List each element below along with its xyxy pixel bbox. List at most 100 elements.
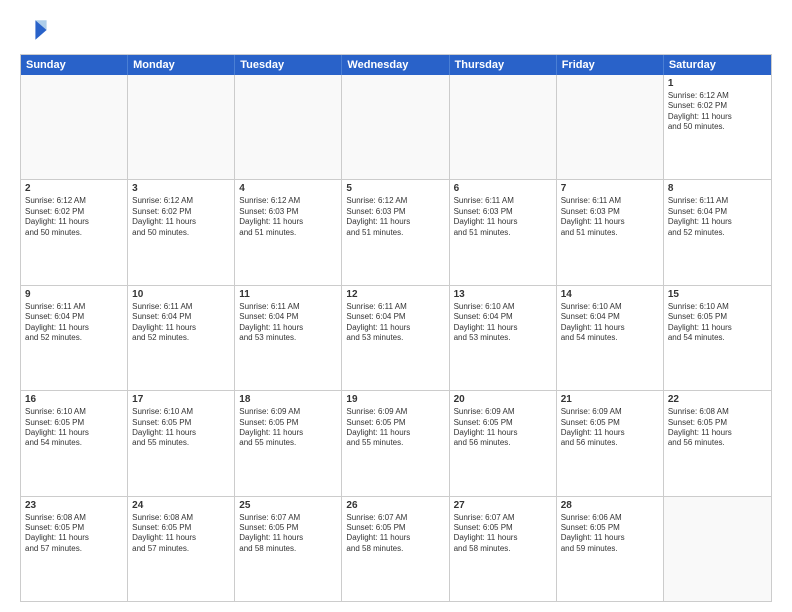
day-number: 17: [132, 394, 230, 405]
day-info: Sunrise: 6:11 AM Sunset: 6:03 PM Dayligh…: [561, 196, 659, 238]
weekday-header-friday: Friday: [557, 55, 664, 75]
day-cell-empty: [21, 75, 128, 179]
calendar-body: 1 Sunrise: 6:12 AM Sunset: 6:02 PM Daylig…: [21, 75, 771, 601]
header: [20, 16, 772, 44]
day-info: Sunrise: 6:11 AM Sunset: 6:04 PM Dayligh…: [668, 196, 767, 238]
day-number: 20: [454, 394, 552, 405]
weekday-header-wednesday: Wednesday: [342, 55, 449, 75]
day-info: Sunrise: 6:11 AM Sunset: 6:04 PM Dayligh…: [239, 302, 337, 344]
day-info: Sunrise: 6:08 AM Sunset: 6:05 PM Dayligh…: [132, 513, 230, 555]
day-info: Sunrise: 6:10 AM Sunset: 6:04 PM Dayligh…: [561, 302, 659, 344]
day-number: 4: [239, 183, 337, 194]
day-info: Sunrise: 6:11 AM Sunset: 6:03 PM Dayligh…: [454, 196, 552, 238]
day-info: Sunrise: 6:08 AM Sunset: 6:05 PM Dayligh…: [668, 407, 767, 449]
day-cell-3: 3 Sunrise: 6:12 AM Sunset: 6:02 PM Daylig…: [128, 180, 235, 284]
day-cell-21: 21 Sunrise: 6:09 AM Sunset: 6:05 PM Dayli…: [557, 391, 664, 495]
day-number: 8: [668, 183, 767, 194]
day-info: Sunrise: 6:10 AM Sunset: 6:05 PM Dayligh…: [25, 407, 123, 449]
day-cell-14: 14 Sunrise: 6:10 AM Sunset: 6:04 PM Dayli…: [557, 286, 664, 390]
calendar: SundayMondayTuesdayWednesdayThursdayFrid…: [20, 54, 772, 602]
calendar-row-5: 23 Sunrise: 6:08 AM Sunset: 6:05 PM Dayli…: [21, 497, 771, 601]
day-number: 14: [561, 289, 659, 300]
day-info: Sunrise: 6:12 AM Sunset: 6:03 PM Dayligh…: [239, 196, 337, 238]
day-info: Sunrise: 6:10 AM Sunset: 6:05 PM Dayligh…: [668, 302, 767, 344]
day-number: 10: [132, 289, 230, 300]
day-number: 27: [454, 500, 552, 511]
day-cell-10: 10 Sunrise: 6:11 AM Sunset: 6:04 PM Dayli…: [128, 286, 235, 390]
day-cell-empty: [235, 75, 342, 179]
day-cell-6: 6 Sunrise: 6:11 AM Sunset: 6:03 PM Daylig…: [450, 180, 557, 284]
day-cell-26: 26 Sunrise: 6:07 AM Sunset: 6:05 PM Dayli…: [342, 497, 449, 601]
day-number: 15: [668, 289, 767, 300]
weekday-header-monday: Monday: [128, 55, 235, 75]
day-cell-19: 19Sunrise: 6:09 AM Sunset: 6:05 PM Dayli…: [342, 391, 449, 495]
day-info: Sunrise: 6:08 AM Sunset: 6:05 PM Dayligh…: [25, 513, 123, 555]
day-info: Sunrise: 6:12 AM Sunset: 6:03 PM Dayligh…: [346, 196, 444, 238]
day-info: Sunrise: 6:11 AM Sunset: 6:04 PM Dayligh…: [132, 302, 230, 344]
day-info: Sunrise: 6:07 AM Sunset: 6:05 PM Dayligh…: [239, 513, 337, 555]
weekday-header-thursday: Thursday: [450, 55, 557, 75]
day-cell-9: 9 Sunrise: 6:11 AM Sunset: 6:04 PM Daylig…: [21, 286, 128, 390]
day-number: 6: [454, 183, 552, 194]
day-cell-empty: [128, 75, 235, 179]
day-cell-5: 5 Sunrise: 6:12 AM Sunset: 6:03 PM Daylig…: [342, 180, 449, 284]
day-cell-7: 7Sunrise: 6:11 AM Sunset: 6:03 PM Daylig…: [557, 180, 664, 284]
day-number: 13: [454, 289, 552, 300]
day-cell-empty: [557, 75, 664, 179]
day-cell-8: 8 Sunrise: 6:11 AM Sunset: 6:04 PM Daylig…: [664, 180, 771, 284]
day-number: 2: [25, 183, 123, 194]
day-cell-2: 2Sunrise: 6:12 AM Sunset: 6:02 PM Daylig…: [21, 180, 128, 284]
day-info: Sunrise: 6:09 AM Sunset: 6:05 PM Dayligh…: [561, 407, 659, 449]
day-number: 25: [239, 500, 337, 511]
day-cell-4: 4 Sunrise: 6:12 AM Sunset: 6:03 PM Daylig…: [235, 180, 342, 284]
day-cell-22: 22Sunrise: 6:08 AM Sunset: 6:05 PM Dayli…: [664, 391, 771, 495]
weekday-header-tuesday: Tuesday: [235, 55, 342, 75]
day-number: 16: [25, 394, 123, 405]
day-cell-25: 25 Sunrise: 6:07 AM Sunset: 6:05 PM Dayli…: [235, 497, 342, 601]
day-number: 5: [346, 183, 444, 194]
day-info: Sunrise: 6:06 AM Sunset: 6:05 PM Dayligh…: [561, 513, 659, 555]
day-number: 26: [346, 500, 444, 511]
logo: [20, 16, 52, 44]
day-cell-empty: [664, 497, 771, 601]
day-cell-16: 16 Sunrise: 6:10 AM Sunset: 6:05 PM Dayli…: [21, 391, 128, 495]
logo-icon: [20, 16, 48, 44]
day-number: 23: [25, 500, 123, 511]
day-number: 21: [561, 394, 659, 405]
calendar-header: SundayMondayTuesdayWednesdayThursdayFrid…: [21, 55, 771, 75]
day-number: 3: [132, 183, 230, 194]
day-number: 28: [561, 500, 659, 511]
day-number: 1: [668, 78, 767, 89]
day-cell-17: 17 Sunrise: 6:10 AM Sunset: 6:05 PM Dayli…: [128, 391, 235, 495]
day-number: 24: [132, 500, 230, 511]
day-info: Sunrise: 6:11 AM Sunset: 6:04 PM Dayligh…: [346, 302, 444, 344]
day-info: Sunrise: 6:12 AM Sunset: 6:02 PM Dayligh…: [132, 196, 230, 238]
weekday-header-saturday: Saturday: [664, 55, 771, 75]
day-cell-15: 15 Sunrise: 6:10 AM Sunset: 6:05 PM Dayli…: [664, 286, 771, 390]
day-number: 19: [346, 394, 444, 405]
day-cell-12: 12 Sunrise: 6:11 AM Sunset: 6:04 PM Dayli…: [342, 286, 449, 390]
calendar-row-3: 9 Sunrise: 6:11 AM Sunset: 6:04 PM Daylig…: [21, 286, 771, 391]
day-info: Sunrise: 6:10 AM Sunset: 6:05 PM Dayligh…: [132, 407, 230, 449]
day-info: Sunrise: 6:12 AM Sunset: 6:02 PM Dayligh…: [668, 91, 767, 133]
day-cell-18: 18 Sunrise: 6:09 AM Sunset: 6:05 PM Dayli…: [235, 391, 342, 495]
calendar-row-2: 2 Sunrise: 6:12 AM Sunset: 6:02 PM Daylig…: [21, 180, 771, 285]
day-number: 12: [346, 289, 444, 300]
day-info: Sunrise: 6:07 AM Sunset: 6:05 PM Dayligh…: [346, 513, 444, 555]
day-info: Sunrise: 6:09 AM Sunset: 6:05 PM Dayligh…: [239, 407, 337, 449]
day-info: Sunrise: 6:11 AM Sunset: 6:04 PM Dayligh…: [25, 302, 123, 344]
day-info: Sunrise: 6:09 AM Sunset: 6:05 PM Dayligh…: [454, 407, 552, 449]
page: SundayMondayTuesdayWednesdayThursdayFrid…: [0, 0, 792, 612]
day-cell-13: 13Sunrise: 6:10 AM Sunset: 6:04 PM Dayli…: [450, 286, 557, 390]
day-cell-empty: [450, 75, 557, 179]
day-cell-20: 20 Sunrise: 6:09 AM Sunset: 6:05 PM Dayli…: [450, 391, 557, 495]
day-number: 11: [239, 289, 337, 300]
day-cell-23: 23 Sunrise: 6:08 AM Sunset: 6:05 PM Dayli…: [21, 497, 128, 601]
calendar-row-1: 1 Sunrise: 6:12 AM Sunset: 6:02 PM Daylig…: [21, 75, 771, 180]
day-cell-28: 28 Sunrise: 6:06 AM Sunset: 6:05 PM Dayli…: [557, 497, 664, 601]
day-cell-11: 11 Sunrise: 6:11 AM Sunset: 6:04 PM Dayli…: [235, 286, 342, 390]
calendar-row-4: 16 Sunrise: 6:10 AM Sunset: 6:05 PM Dayli…: [21, 391, 771, 496]
day-number: 9: [25, 289, 123, 300]
day-number: 18: [239, 394, 337, 405]
day-info: Sunrise: 6:07 AM Sunset: 6:05 PM Dayligh…: [454, 513, 552, 555]
